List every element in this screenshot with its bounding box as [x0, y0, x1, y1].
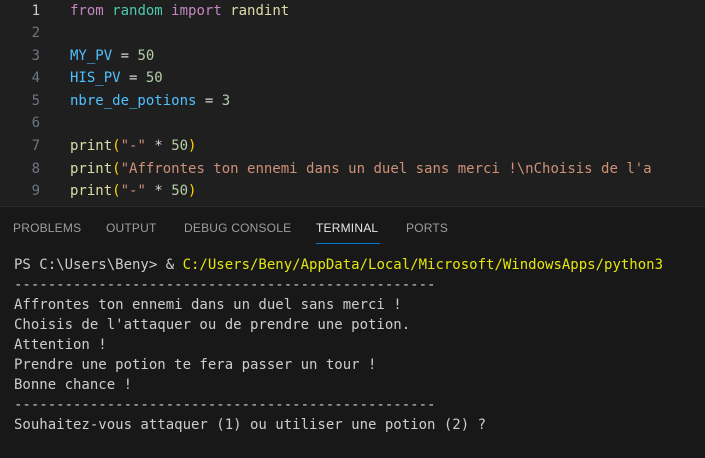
code-text: HIS_PV = 50 [70, 67, 163, 89]
code-text: nbre_de_potions = 3 [70, 90, 230, 112]
tab-ports[interactable]: PORTS [406, 221, 448, 235]
line-number: 9 [31, 183, 40, 199]
code-text: print("-" * 50) [70, 135, 196, 157]
code-token: from [70, 3, 104, 19]
line-number: 3 [31, 48, 40, 64]
bottom-panel: PROBLEMS OUTPUT DEBUG CONSOLE TERMINAL PORTS… [0, 206, 705, 458]
terminal-prompt: PS C:\Users\Beny> & [14, 257, 183, 273]
line-number: 5 [31, 93, 40, 109]
code-text: print("Affrontes ton ennemi dans un duel… [70, 158, 652, 180]
code-line[interactable]: 6 [0, 112, 705, 134]
code-editor[interactable]: 1 from random import randint 2 3 MY_PV = 50 4… [0, 0, 705, 206]
tab-terminal[interactable]: TERMINAL [316, 221, 378, 235]
code-line[interactable]: 3 MY_PV = 50 [0, 45, 705, 67]
code-line[interactable]: 5 nbre_de_potions = 3 [0, 90, 705, 112]
code-token: randint [230, 3, 290, 19]
code-text: from random import randint [70, 0, 289, 22]
line-number: 2 [31, 25, 40, 41]
terminal-line: Choisis de l'attaquer ou de prendre une … [14, 317, 411, 333]
terminal-line: ----------------------------------------… [14, 397, 436, 413]
code-line[interactable]: 4 HIS_PV = 50 [0, 67, 705, 89]
code-token: HIS_PV [70, 70, 121, 86]
code-token: 50 [137, 48, 155, 64]
terminal-output[interactable]: PS C:\Users\Beny> & C:/Users/Beny/AppDat… [14, 255, 705, 435]
code-line[interactable]: 7 print("-" * 50) [0, 135, 705, 157]
code-token: = [196, 93, 222, 109]
code-line[interactable]: 1 from random import randint [0, 0, 705, 22]
code-token: 50 [171, 138, 189, 154]
panel-tabs: PROBLEMS OUTPUT DEBUG CONSOLE TERMINAL PORTS [0, 207, 705, 247]
terminal-line: Attention ! [14, 337, 107, 353]
code-token: import [171, 3, 222, 19]
code-token: "-" [120, 138, 146, 154]
terminal-line: Souhaitez-vous attaquer (1) ou utiliser … [14, 417, 487, 433]
code-token: 3 [221, 93, 231, 109]
code-token: = [112, 48, 138, 64]
code-token: 50 [145, 70, 163, 86]
code-token: MY_PV [70, 48, 113, 64]
code-line[interactable]: 2 [0, 22, 705, 44]
code-token: 50 [171, 183, 189, 199]
tab-debug-console[interactable]: DEBUG CONSOLE [184, 221, 291, 235]
code-token: print [70, 183, 113, 199]
terminal-line: Affrontes ton ennemi dans un duel sans m… [14, 297, 402, 313]
terminal-line: Bonne chance ! [14, 377, 133, 393]
code-token: ) [188, 183, 197, 199]
terminal-line: Prendre une potion te fera passer un tou… [14, 357, 377, 373]
code-line[interactable]: 8 print("Affrontes ton ennemi dans un due… [0, 158, 705, 180]
line-number: 7 [31, 138, 40, 154]
line-number: 8 [31, 161, 40, 177]
code-token: ( [112, 161, 121, 177]
terminal-line: ----------------------------------------… [14, 277, 436, 293]
vscode-window: 1 from random import randint 2 3 MY_PV = 50 4… [0, 0, 705, 458]
active-tab-indicator [316, 243, 380, 244]
code-token: ) [188, 138, 197, 154]
tab-problems[interactable]: PROBLEMS [13, 221, 81, 235]
terminal-command-path: C:/Users/Beny/AppData/Local/Microsoft/Wi… [182, 257, 664, 273]
code-token: print [70, 161, 113, 177]
code-line[interactable]: 9 print("-" * 50) [0, 180, 705, 202]
tab-output[interactable]: OUTPUT [106, 221, 157, 235]
code-text: MY_PV = 50 [70, 45, 154, 67]
code-token: ( [112, 183, 121, 199]
line-number: 4 [31, 70, 40, 86]
code-token: * [145, 138, 172, 154]
code-token: "-" [120, 183, 146, 199]
terminal-command-line: PS C:\Users\Beny> & C:/Users/Beny/AppDat… [14, 255, 705, 275]
code-token: "Affrontes ton ennemi dans un duel sans … [120, 161, 652, 177]
code-token: nbre_de_potions [70, 93, 197, 109]
code-token: * [145, 183, 172, 199]
code-token: ( [112, 138, 121, 154]
line-number: 1 [31, 3, 40, 19]
line-number: 6 [31, 115, 40, 131]
code-text: print("-" * 50) [70, 180, 196, 202]
code-token: random [112, 3, 163, 19]
code-token: print [70, 138, 113, 154]
code-token: = [120, 70, 146, 86]
